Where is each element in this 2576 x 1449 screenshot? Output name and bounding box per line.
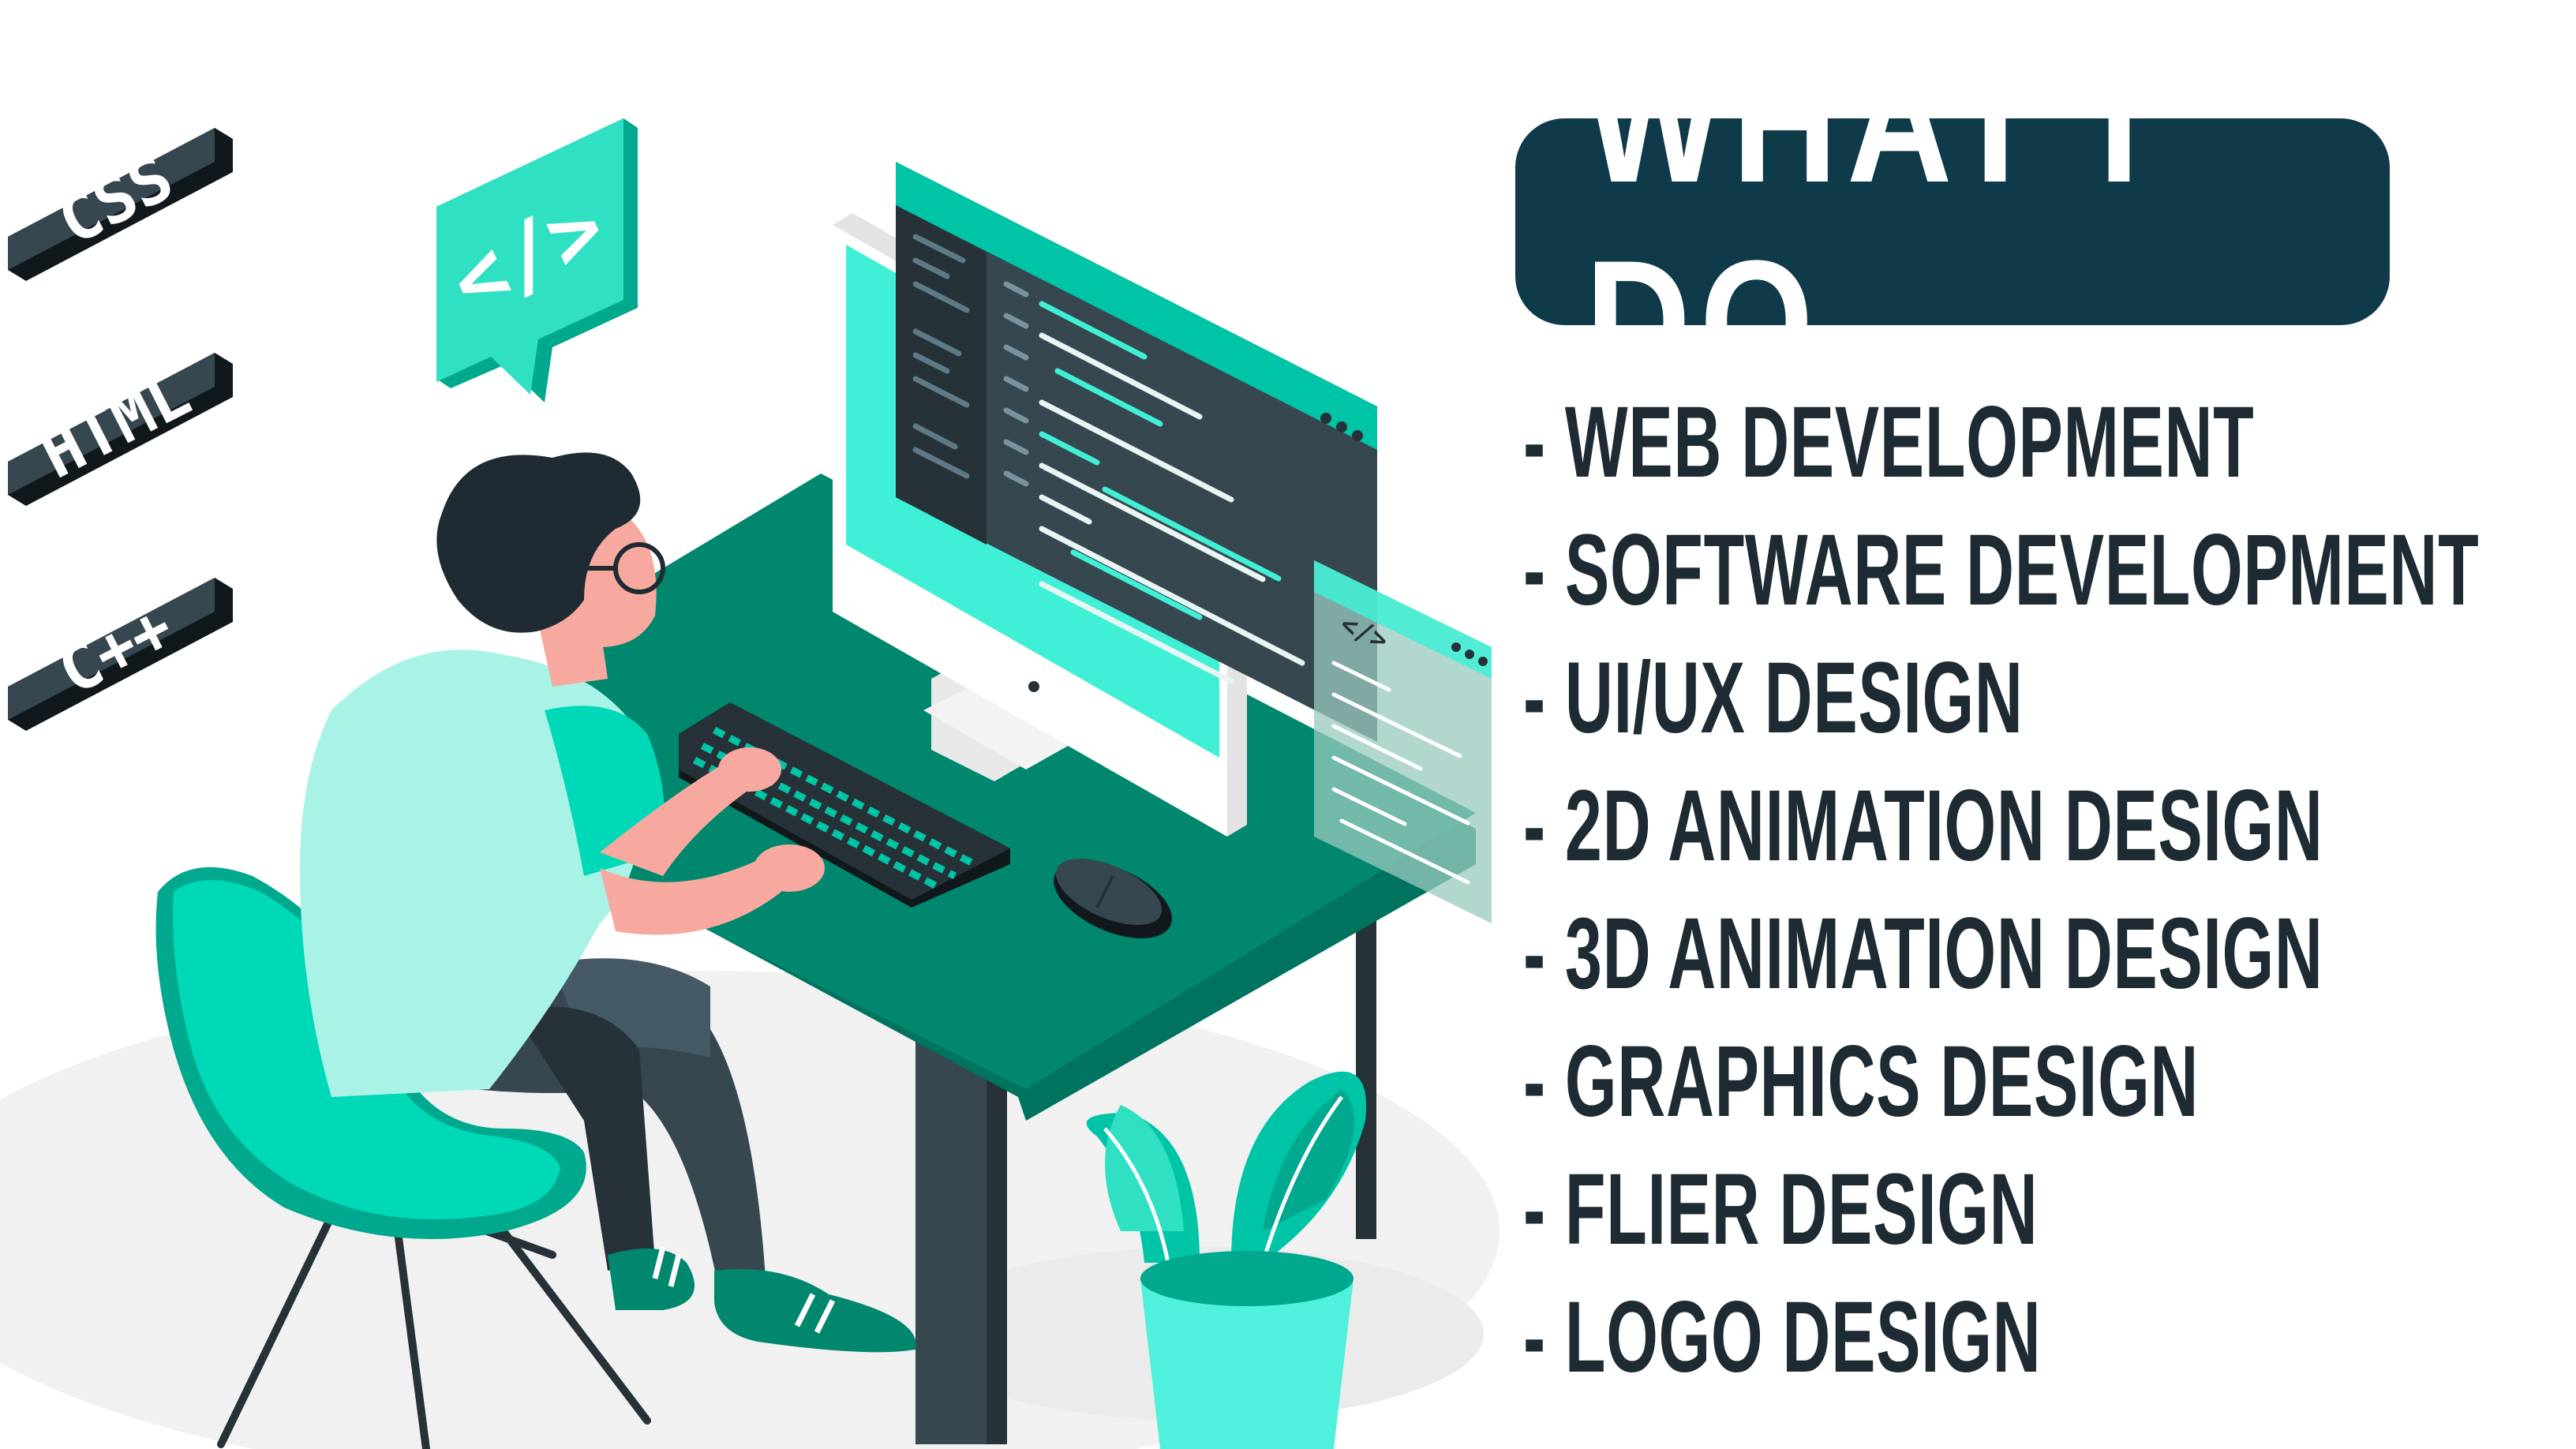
- title-badge: WHAT I DO: [1515, 24, 2390, 418]
- service-label: - WEB DEVELOPMENT: [1523, 386, 2255, 499]
- list-item: - GRAPHICS DESIGN: [1523, 1018, 2573, 1146]
- list-item: - 3D ANIMATION DESIGN: [1523, 890, 2573, 1018]
- monitor-power-light: [1028, 681, 1039, 692]
- tech-badge-css: CSS: [8, 128, 233, 281]
- list-item: - FLIER DESIGN: [1523, 1146, 2573, 1274]
- service-label: - LOGO DESIGN: [1523, 1281, 2042, 1394]
- page-title: WHAT I DO: [1585, 24, 2149, 418]
- service-label: - 2D ANIMATION DESIGN: [1523, 769, 2323, 882]
- tech-badge-label: HTML: [29, 356, 202, 493]
- tech-badge-cpp: C++: [8, 578, 233, 731]
- service-label: - GRAPHICS DESIGN: [1523, 1025, 2200, 1138]
- list-item: - UI/UX DESIGN: [1523, 635, 2573, 762]
- list-item: - 2D ANIMATION DESIGN: [1523, 762, 2573, 890]
- list-item: - LOGO DESIGN: [1523, 1274, 2573, 1402]
- tech-badge-html: HTML: [8, 353, 233, 506]
- service-label: - 3D ANIMATION DESIGN: [1523, 897, 2323, 1010]
- service-label: - UI/UX DESIGN: [1523, 642, 2024, 754]
- code-bubble: </>: [436, 118, 638, 402]
- service-label: - SOFTWARE DEVELOPMENT: [1523, 514, 2480, 627]
- list-item: - WEB DEVELOPMENT: [1523, 379, 2573, 507]
- list-item: - SOFTWARE DEVELOPMENT: [1523, 507, 2573, 635]
- services-list: - WEB DEVELOPMENT - SOFTWARE DEVELOPMENT…: [1523, 379, 2573, 1402]
- service-label: - FLIER DESIGN: [1523, 1153, 2039, 1266]
